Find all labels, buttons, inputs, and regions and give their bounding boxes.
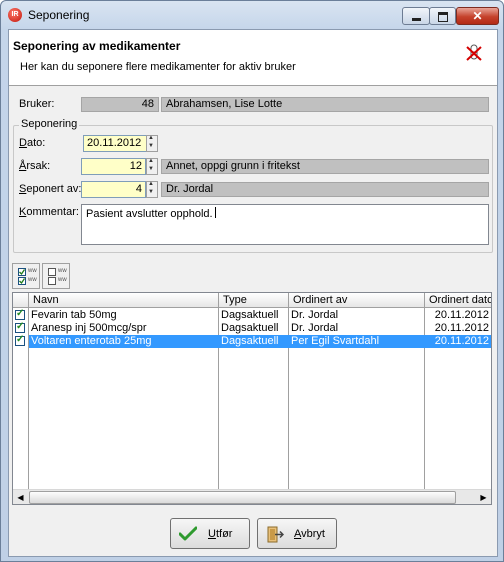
column-header-type[interactable]: Type bbox=[219, 293, 289, 308]
column-header-ordinert-dato[interactable]: Ordinert dato bbox=[425, 293, 491, 308]
arsak-text-field: Annet, oppgi grunn i fritekst bbox=[161, 159, 489, 174]
scrollbar-thumb[interactable] bbox=[29, 491, 456, 504]
cell-type: Dagsaktuell bbox=[221, 309, 279, 321]
seponert-av-text-field: Dr. Jordal bbox=[161, 182, 489, 197]
cell-type: Dagsaktuell bbox=[221, 322, 279, 334]
kommentar-label: Kommentar: bbox=[19, 206, 79, 218]
row-checkbox[interactable] bbox=[15, 308, 25, 320]
dialog-client: Seponering av medikamenter Her kan du se… bbox=[8, 29, 498, 557]
check-all-text: ww ww bbox=[28, 268, 37, 283]
uncheck-all-text: ww ww bbox=[58, 268, 67, 283]
kommentar-textarea[interactable]: Pasient avslutter opphold. bbox=[81, 204, 489, 245]
window-title: Seponering bbox=[28, 8, 90, 22]
avbryt-button[interactable]: Avbryt bbox=[257, 518, 337, 549]
minimize-button[interactable] bbox=[402, 7, 430, 25]
header-title: Seponering av medikamenter bbox=[13, 39, 181, 53]
scroll-left-arrow-icon[interactable]: ◀ bbox=[13, 490, 28, 505]
medication-grid[interactable]: Navn Type Ordinert av Ordinert dato Feva… bbox=[12, 292, 492, 505]
app-icon: IR bbox=[8, 8, 22, 22]
discontinue-pill-icon bbox=[466, 44, 482, 61]
dato-label: Dato: bbox=[19, 137, 46, 149]
seponert-av-code-input[interactable]: 4 bbox=[81, 181, 146, 198]
cell-ordinert-dato: 20.11.2012 bbox=[434, 322, 489, 334]
cell-ordinert-av: Dr. Jordal bbox=[291, 309, 339, 321]
table-row[interactable]: Fevarin tab 50mg Dagsaktuell Dr. Jordal … bbox=[13, 308, 491, 322]
horizontal-scrollbar[interactable]: ◀ ▶ bbox=[13, 489, 491, 504]
bruker-name-field: Abrahamsen, Lise Lotte bbox=[161, 97, 489, 112]
row-checkbox[interactable] bbox=[15, 334, 25, 346]
dato-input[interactable]: 20.11.2012 bbox=[83, 135, 147, 152]
close-button[interactable] bbox=[456, 7, 499, 25]
cell-ordinert-dato: 20.11.2012 bbox=[434, 309, 489, 321]
window-frame: IR Seponering Seponering av medikamenter… bbox=[0, 0, 504, 562]
cell-type: Dagsaktuell bbox=[221, 335, 279, 347]
cell-navn: Voltaren enterotab 25mg bbox=[31, 335, 152, 347]
seponert-av-spinner[interactable] bbox=[146, 181, 158, 198]
bruker-id-field: 48 bbox=[81, 97, 159, 112]
maximize-button[interactable] bbox=[429, 7, 456, 25]
checked-box-icon bbox=[18, 268, 26, 285]
column-header-ordinert-av[interactable]: Ordinert av bbox=[289, 293, 425, 308]
cell-navn: Fevarin tab 50mg bbox=[31, 309, 117, 321]
row-checkbox[interactable] bbox=[15, 321, 25, 333]
cell-ordinert-av: Dr. Jordal bbox=[291, 322, 339, 334]
unchecked-box-icon bbox=[48, 268, 56, 285]
arsak-label: Årsak: bbox=[19, 160, 51, 172]
checkmark-icon bbox=[179, 526, 197, 541]
table-row[interactable]: Aranesp inj 500mcg/spr Dagsaktuell Dr. J… bbox=[13, 321, 491, 335]
column-header-navn[interactable]: Navn bbox=[29, 293, 219, 308]
cell-navn: Aranesp inj 500mcg/spr bbox=[31, 322, 147, 334]
exit-door-icon bbox=[267, 526, 284, 543]
uncheck-all-button[interactable]: ww ww bbox=[42, 263, 70, 289]
bruker-label: Bruker: bbox=[19, 98, 55, 110]
seponering-group-label: Seponering bbox=[19, 118, 80, 130]
arsak-code-input[interactable]: 12 bbox=[81, 158, 146, 175]
cell-ordinert-dato: 20.11.2012 bbox=[434, 335, 489, 347]
check-all-button[interactable]: ww ww bbox=[12, 263, 40, 289]
utfor-button[interactable]: Utfør bbox=[170, 518, 250, 549]
arsak-spinner[interactable] bbox=[146, 158, 158, 175]
scroll-right-arrow-icon[interactable]: ▶ bbox=[476, 490, 491, 505]
header-subtitle: Her kan du seponere flere medikamenter f… bbox=[20, 61, 296, 73]
cell-ordinert-av: Per Egil Svartdahl bbox=[291, 335, 380, 347]
table-row-selected[interactable]: Voltaren enterotab 25mg Dagsaktuell Per … bbox=[13, 334, 491, 348]
header-panel: Seponering av medikamenter Her kan du se… bbox=[9, 30, 497, 86]
dato-spinner[interactable] bbox=[146, 135, 158, 152]
title-bar[interactable]: IR Seponering bbox=[2, 2, 504, 28]
column-header-check[interactable] bbox=[13, 293, 29, 308]
seponert-av-label: Seponert av: bbox=[19, 183, 82, 195]
